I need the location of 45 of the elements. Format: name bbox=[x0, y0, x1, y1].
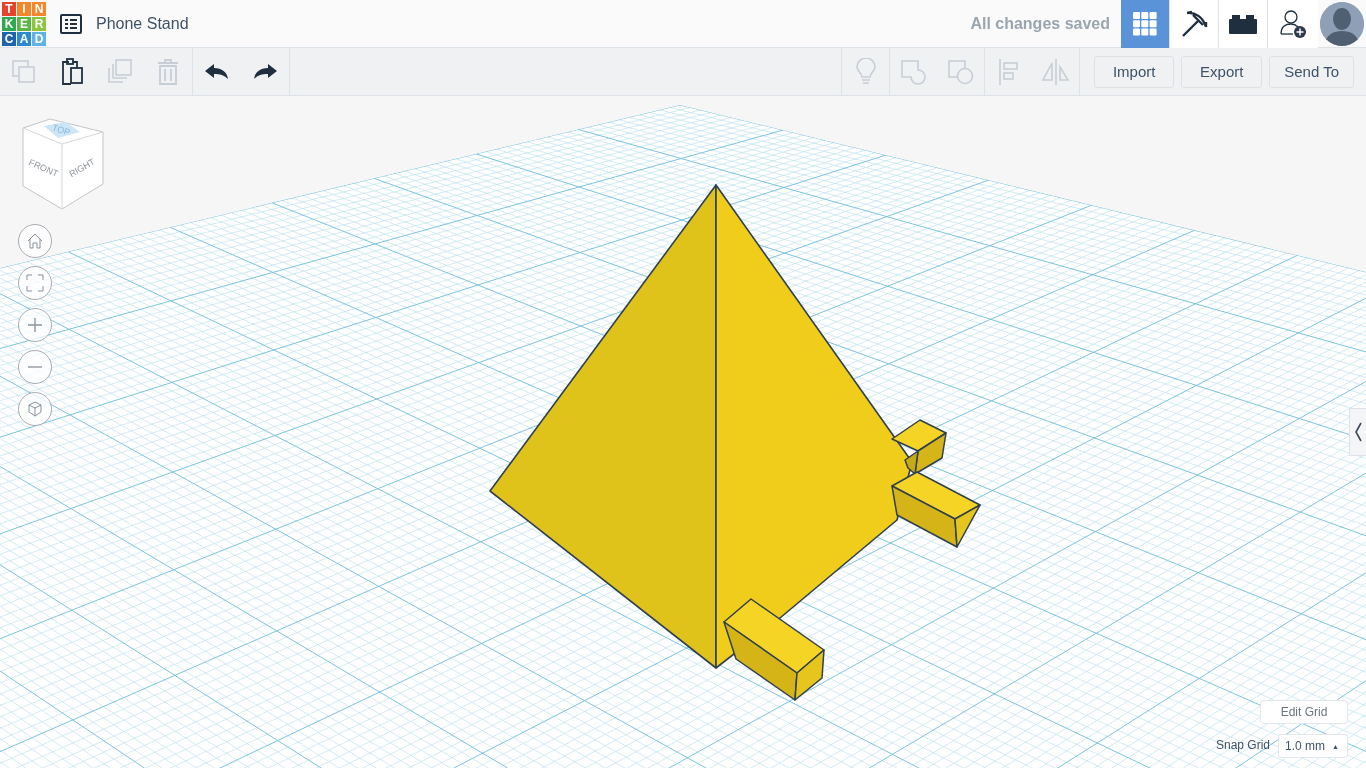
brick-icon bbox=[1228, 12, 1258, 35]
cube-icon bbox=[26, 400, 44, 418]
paste-icon bbox=[59, 57, 85, 86]
block-shape[interactable] bbox=[891, 471, 981, 548]
logo-letter: D bbox=[32, 32, 46, 46]
group-icon bbox=[899, 57, 928, 86]
duplicate-icon bbox=[106, 57, 134, 86]
chevron-left-icon bbox=[1354, 422, 1362, 442]
avatar-icon[interactable] bbox=[1320, 1, 1364, 46]
block-shape[interactable] bbox=[723, 598, 825, 701]
logo-letter: R bbox=[32, 17, 46, 31]
action-button[interactable]: Import bbox=[1094, 55, 1175, 88]
edit-grid-button[interactable]: Edit Grid bbox=[1260, 700, 1348, 724]
light-bulb-icon bbox=[854, 57, 877, 86]
home-icon bbox=[27, 233, 43, 249]
panel-toggle-button[interactable] bbox=[1349, 408, 1366, 456]
undo-icon bbox=[204, 62, 230, 81]
action-button[interactable]: Export bbox=[1181, 55, 1263, 88]
view-tab[interactable] bbox=[1170, 0, 1219, 48]
action-button[interactable]: Send To bbox=[1269, 55, 1354, 88]
logo-letter: N bbox=[32, 2, 46, 16]
invite-user-button[interactable] bbox=[1268, 0, 1318, 48]
logo-letter: C bbox=[2, 32, 16, 46]
grid-icon bbox=[1132, 10, 1158, 37]
project-title[interactable]: Phone Stand bbox=[96, 14, 189, 33]
view-tab[interactable] bbox=[1219, 0, 1268, 48]
add-user-icon bbox=[1279, 8, 1307, 39]
menu-icon[interactable] bbox=[60, 13, 82, 34]
zoom-in-icon bbox=[27, 317, 43, 333]
trash-icon bbox=[156, 57, 180, 86]
logo-letter: E bbox=[17, 17, 31, 31]
home-button[interactable] bbox=[18, 224, 52, 258]
snap-grid-label: Snap Grid bbox=[1216, 738, 1271, 752]
fit-view-icon bbox=[26, 274, 44, 292]
copy-icon bbox=[11, 58, 37, 85]
logo-letter: I bbox=[17, 2, 31, 16]
logo-letter: T bbox=[2, 2, 16, 16]
logo-letter: A bbox=[17, 32, 31, 46]
combine-icon bbox=[946, 57, 975, 86]
redo-icon bbox=[252, 62, 278, 81]
save-status: All changes saved bbox=[970, 14, 1110, 33]
logo-letter: K bbox=[2, 17, 16, 31]
block-shape[interactable] bbox=[891, 419, 947, 475]
mirror-icon bbox=[1040, 57, 1071, 86]
align-icon bbox=[997, 57, 1020, 86]
